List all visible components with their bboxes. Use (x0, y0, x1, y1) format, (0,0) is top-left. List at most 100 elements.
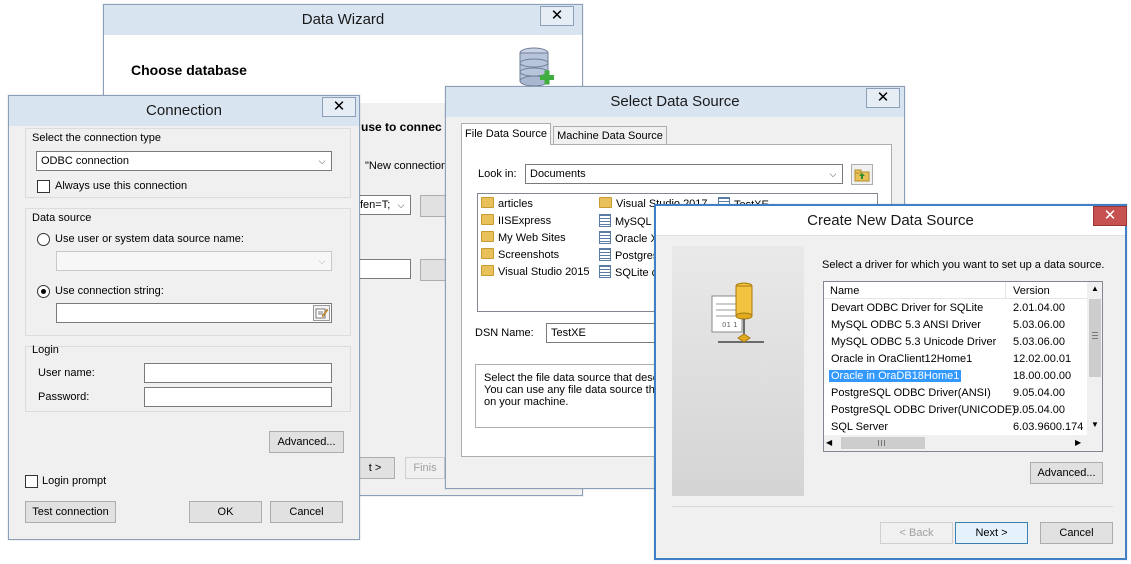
driver-version: 5.03.06.00 (1013, 336, 1065, 348)
connstr-input[interactable] (56, 303, 332, 323)
scroll-thumb[interactable] (1089, 299, 1101, 377)
driver-row[interactable]: SQL Server 6.03.9600.174 (824, 419, 1087, 436)
driver-row[interactable]: MySQL ODBC 5.3 ANSI Driver 5.03.06.00 (824, 317, 1087, 334)
connection-advanced-button[interactable]: Advanced... (269, 431, 344, 453)
driver-name: Oracle in OraClient12Home1 (831, 353, 973, 365)
driver-version: 6.03.9600.174 (1013, 421, 1084, 433)
folder-icon (481, 231, 494, 242)
edit-icon[interactable] (313, 305, 330, 321)
wizard-next-button[interactable]: t > (355, 457, 395, 479)
connection-cancel-button[interactable]: Cancel (270, 501, 343, 523)
create-ds-close-button[interactable]: ✕ (1093, 206, 1127, 226)
driver-version: 5.03.06.00 (1013, 319, 1065, 331)
tab-file-data-source[interactable]: File Data Source (461, 123, 551, 145)
wizard-partial-button-2[interactable] (420, 259, 448, 281)
list-item[interactable]: My Web Sites (481, 231, 566, 244)
list-item[interactable]: Oracle X (599, 231, 658, 245)
create-ds-advanced-button[interactable]: Advanced... (1030, 462, 1103, 484)
dsn-file-icon (599, 214, 611, 227)
username-input[interactable] (144, 363, 332, 383)
create-ds-window: Create New Data Source ✕ 01 1 Select a d… (654, 204, 1127, 560)
scroll-left-icon[interactable]: ◀ (826, 438, 832, 447)
create-ds-next-button[interactable]: Next > (955, 522, 1028, 544)
driver-name: PostgreSQL ODBC Driver(ANSI) (831, 387, 991, 399)
create-ds-illustration: 01 1 (672, 246, 804, 496)
driver-name: MySQL ODBC 5.3 ANSI Driver (831, 319, 981, 331)
folder-up-icon (854, 169, 870, 182)
driver-name: SQL Server (831, 421, 889, 433)
svg-text:01 1: 01 1 (722, 321, 738, 329)
connection-window: Connection ✕ Select the connection type … (8, 95, 360, 540)
wizard-finish-button[interactable]: Finis (405, 457, 445, 479)
driver-row[interactable]: PostgreSQL ODBC Driver(ANSI) 9.05.04.00 (824, 385, 1087, 402)
list-item[interactable]: SQLite c (599, 265, 657, 279)
create-ds-title: Create New Data Source (807, 212, 974, 229)
list-item[interactable]: Visual Studio 2015 (481, 265, 590, 278)
create-ds-cancel-button[interactable]: Cancel (1040, 522, 1113, 544)
folder-icon (599, 197, 612, 208)
login-prompt-label: Login prompt (42, 475, 107, 487)
wizard-partial-text-1: use to connec (361, 120, 442, 134)
list-item[interactable]: articles (481, 197, 533, 210)
radio-dsn-label: Use user or system data source name: (55, 233, 244, 245)
driver-row[interactable]: PostgreSQL ODBC Driver(UNICODE) 9.05.04.0… (824, 402, 1087, 419)
folder-icon (481, 265, 494, 276)
up-folder-button[interactable] (851, 164, 873, 185)
always-use-label: Always use this connection (55, 180, 188, 192)
create-ds-titlebar: Create New Data Source (656, 206, 1125, 236)
dsn-file-icon (599, 231, 611, 244)
list-item[interactable]: Postgres (599, 248, 658, 262)
column-header-name[interactable]: Name (830, 285, 859, 297)
driver-row[interactable]: MySQL ODBC 5.3 Unicode Driver 5.03.06.00 (824, 334, 1087, 351)
driver-name: MySQL ODBC 5.3 Unicode Driver (831, 336, 997, 348)
scroll-up-icon[interactable]: ▲ (1087, 284, 1102, 293)
connection-close-button[interactable]: ✕ (322, 97, 356, 117)
password-label: Password: (38, 391, 90, 403)
lookin-select[interactable]: Documents ⌵ (525, 164, 843, 184)
driver-list[interactable]: Name Version Devart ODBC Driver for SQLi… (823, 281, 1103, 452)
test-connection-button[interactable]: Test connection (25, 501, 116, 523)
dsn-name-label: DSN Name: (475, 327, 534, 339)
driver-name: PostgreSQL ODBC Driver(UNICODE) (831, 404, 1016, 416)
wizard-partial-button-1[interactable] (420, 195, 448, 217)
login-label: Login (32, 344, 59, 356)
list-item[interactable]: MySQL c (599, 214, 660, 228)
driver-row[interactable]: Devart ODBC Driver for SQLite 2.01.04.00 (824, 300, 1087, 317)
driver-version: 9.05.04.00 (1013, 404, 1065, 416)
connection-ok-button[interactable]: OK (189, 501, 262, 523)
database-driver-icon: 01 1 (711, 282, 764, 343)
list-item[interactable]: IISExpress (481, 214, 551, 227)
horizontal-scrollbar[interactable]: ◀ ▶ (824, 435, 1102, 451)
data-wizard-close-button[interactable]: ✕ (540, 6, 574, 26)
connection-title: Connection (146, 102, 222, 119)
driver-list-header: Name Version (824, 282, 1087, 299)
scroll-right-icon[interactable]: ▶ (1075, 438, 1081, 447)
always-use-checkbox[interactable] (37, 180, 50, 193)
wizard-partial-field[interactable] (355, 259, 411, 279)
create-ds-back-button[interactable]: < Back (880, 522, 953, 544)
driver-name: Oracle in OraDB18Home1 (829, 370, 962, 382)
tab-machine-data-source[interactable]: Machine Data Source (553, 126, 667, 145)
connection-titlebar: Connection (9, 96, 359, 126)
description-line-2: You can use any file data source tha (484, 384, 661, 396)
dsn-select[interactable]: ⌵ (56, 251, 332, 271)
select-ds-close-button[interactable]: ✕ (866, 88, 900, 108)
scroll-down-icon[interactable]: ▼ (1087, 420, 1102, 429)
column-header-version[interactable]: Version (1013, 285, 1050, 297)
driver-row[interactable]: Oracle in OraDB18Home1 18.00.00.00 (824, 368, 1087, 385)
description-line-3: on your machine. (484, 396, 569, 408)
conn-type-select[interactable]: ODBC connection ⌵ (36, 151, 332, 171)
driver-row[interactable]: Oracle in OraClient12Home1 12.02.00.01 (824, 351, 1087, 368)
login-prompt-checkbox[interactable] (25, 475, 38, 488)
radio-dsn[interactable] (37, 233, 50, 246)
select-ds-titlebar: Select Data Source (446, 87, 904, 117)
chevron-down-icon: ⌵ (397, 200, 405, 210)
list-item[interactable]: Screenshots (481, 248, 559, 261)
password-input[interactable] (144, 387, 332, 407)
dsn-file-icon (599, 248, 611, 261)
hscroll-thumb[interactable] (841, 437, 925, 449)
radio-connstr[interactable] (37, 285, 50, 298)
wizard-partial-combo[interactable]: fen=T; ⌵ (355, 195, 411, 215)
vertical-scrollbar[interactable]: ▲ ▼ (1087, 282, 1102, 435)
database-add-icon (518, 45, 554, 91)
